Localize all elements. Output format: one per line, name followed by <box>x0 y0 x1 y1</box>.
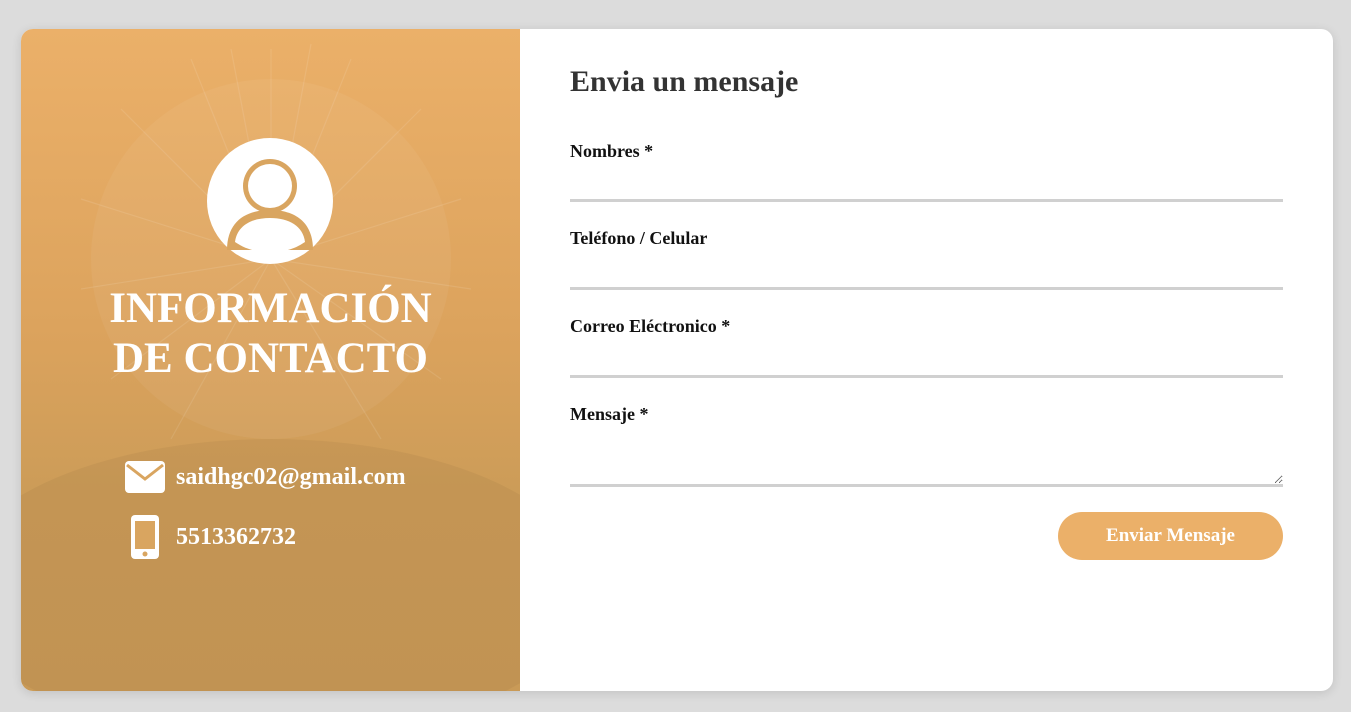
contact-info-title-line1: INFORMACIÓN <box>109 285 432 332</box>
user-icon <box>207 138 333 264</box>
contact-phone-text[interactable]: 5513362732 <box>176 524 296 551</box>
contact-email-text[interactable]: saidhgc02@gmail.com <box>176 464 406 491</box>
message-form-panel: Envia un mensaje Nombres * Teléfono / Ce… <box>520 29 1333 691</box>
smartphone-icon <box>125 515 165 559</box>
form-title: Envia un mensaje <box>570 65 799 98</box>
message-field[interactable] <box>570 434 1283 487</box>
email-field[interactable] <box>570 346 1283 378</box>
contact-info-panel: INFORMACIÓN DE CONTACTO saidhgc02@gmail.… <box>21 29 520 691</box>
contact-email-row: saidhgc02@gmail.com <box>125 455 406 499</box>
contact-info-title: INFORMACIÓN DE CONTACTO <box>21 284 520 384</box>
email-field-label: Correo Eléctronico * <box>570 316 731 336</box>
name-field[interactable] <box>570 171 1283 202</box>
send-message-button[interactable]: Enviar Mensaje <box>1058 512 1283 560</box>
name-field-label: Nombres * <box>570 141 654 161</box>
phone-field-label: Teléfono / Celular <box>570 228 708 248</box>
contact-card: INFORMACIÓN DE CONTACTO saidhgc02@gmail.… <box>21 29 1333 691</box>
phone-field[interactable] <box>570 258 1283 290</box>
contact-info-title-line2: DE CONTACTO <box>113 335 428 382</box>
message-field-label: Mensaje * <box>570 404 649 424</box>
envelope-icon <box>125 455 165 499</box>
contact-phone-row: 5513362732 <box>125 515 296 559</box>
